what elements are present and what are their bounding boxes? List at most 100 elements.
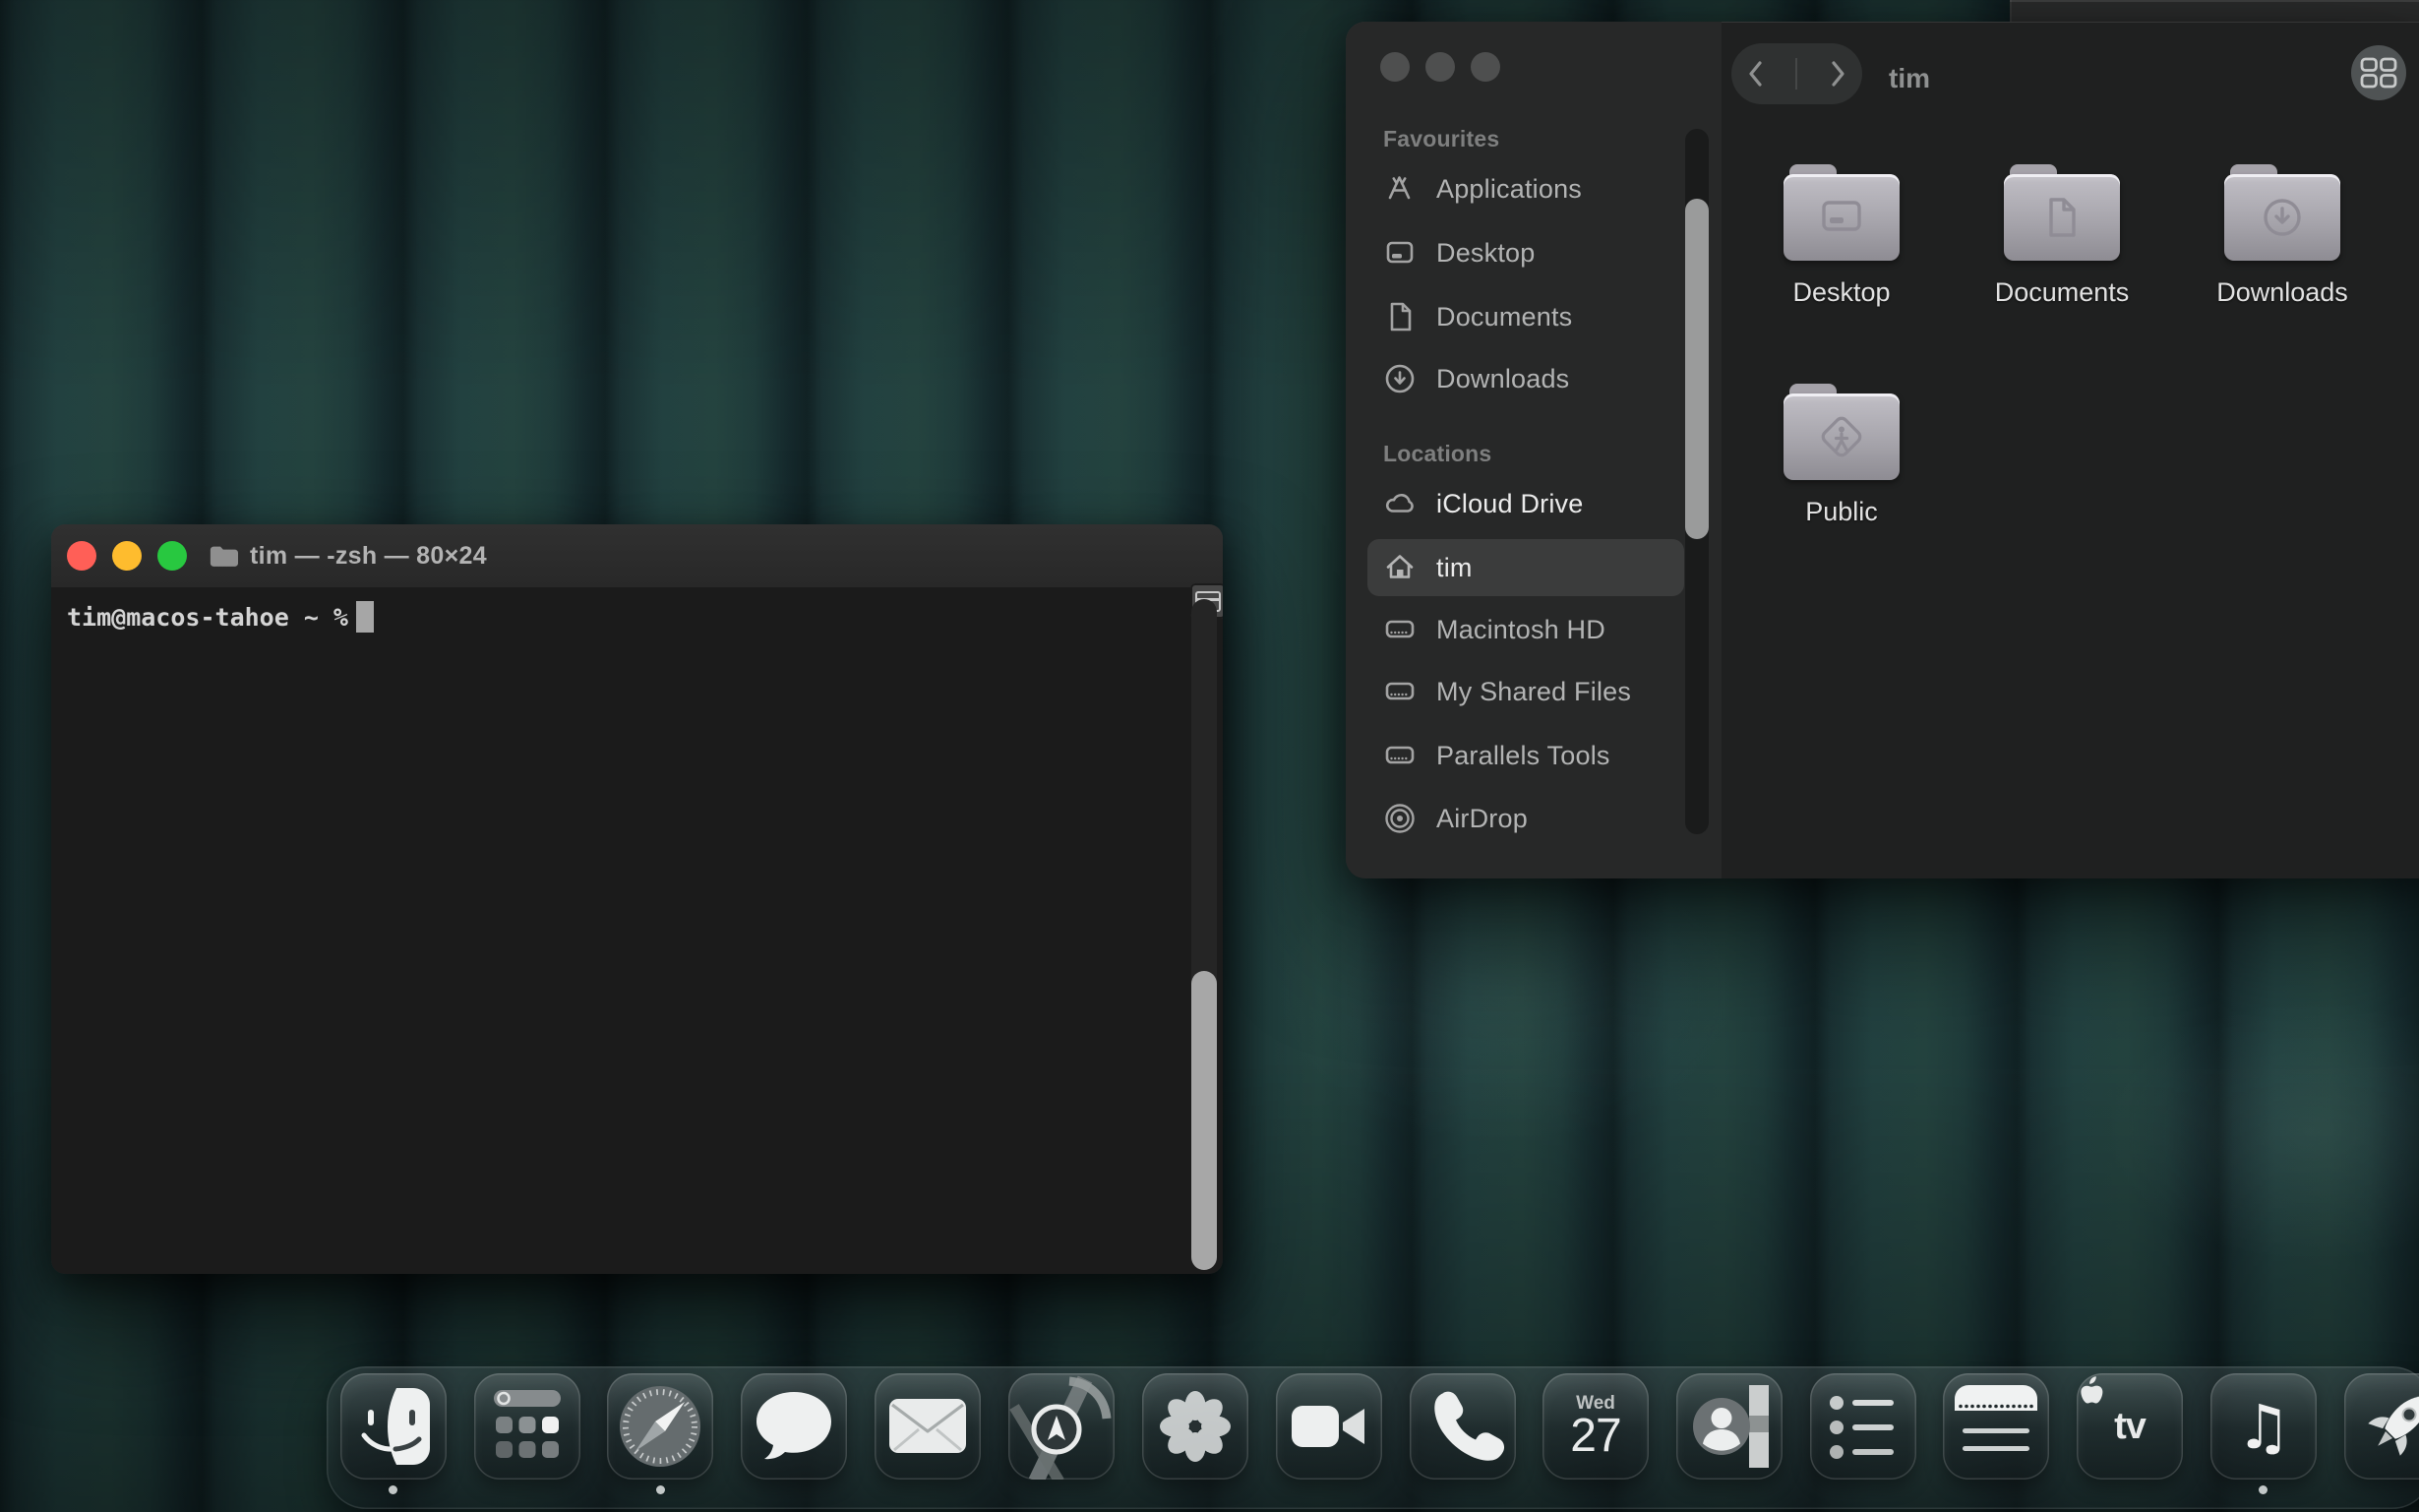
sidebar-item-airdrop[interactable]: AirDrop <box>1367 790 1684 847</box>
chevron-right-icon[interactable] <box>1828 58 1847 90</box>
file-desktop[interactable]: Desktop <box>1758 164 1925 308</box>
dock-item-maps[interactable] <box>1008 1373 1115 1480</box>
sidebar-scrollbar-thumb[interactable] <box>1685 199 1709 539</box>
dock-item-mail[interactable] <box>875 1373 981 1480</box>
sidebar-item-label: Desktop <box>1436 237 1536 268</box>
terminal-prompt-line: tim@macos-tahoe ~ % <box>67 601 374 633</box>
file-downloads[interactable]: Downloads <box>2199 164 2366 308</box>
sidebar-item-icloud-drive[interactable]: iCloud Drive <box>1367 475 1684 532</box>
download-circle-icon <box>1385 364 1415 393</box>
hard-drive-icon <box>1385 682 1415 700</box>
sidebar-item-parallels-tools[interactable]: Parallels Tools <box>1367 727 1684 784</box>
dock-item-calendar[interactable]: Wed 27 <box>1542 1373 1649 1480</box>
folder-downloads-icon <box>2224 164 2340 263</box>
sidebar-item-desktop[interactable]: Desktop <box>1367 224 1684 281</box>
terminal-scrollbar-thumb[interactable] <box>1191 971 1217 1270</box>
folder-public-icon <box>1784 384 1900 482</box>
nav-divider <box>1795 58 1798 90</box>
sidebar-section-favourites: Favourites <box>1383 126 1500 151</box>
terminal-prompt: tim@macos-tahoe ~ % <box>67 602 348 632</box>
calendar-day: 27 <box>1570 1409 1621 1462</box>
folder-icon <box>210 546 238 567</box>
apple-tv-icon: tv <box>2077 1373 2183 1480</box>
folder-documents-icon <box>2004 164 2120 263</box>
notes-icon <box>1955 1385 2037 1451</box>
apple-tv-label: tv <box>2114 1405 2147 1447</box>
terminal-titlebar[interactable]: tim — -zsh — 80×24 <box>51 524 1223 588</box>
terminal-content[interactable]: tim@macos-tahoe ~ % <box>51 583 1223 1274</box>
dock-item-messages[interactable] <box>741 1373 847 1480</box>
sidebar-item-label: AirDrop <box>1436 803 1528 833</box>
desktop: { "background_window": { "description": … <box>0 0 2419 1512</box>
calendar-icon: Wed 27 <box>1542 1373 1649 1480</box>
file-label: Documents <box>1994 277 2130 307</box>
rocket-icon <box>2368 1395 2419 1456</box>
contacts-icon <box>1693 1385 1769 1468</box>
sidebar-item-label: Macintosh HD <box>1436 614 1605 644</box>
terminal-window: tim — -zsh — 80×24 tim@macos-tahoe ~ % <box>51 524 1223 1274</box>
sidebar-item-label: Applications <box>1436 173 1582 204</box>
sidebar-item-label: tim <box>1436 552 1473 582</box>
running-indicator-music <box>2259 1485 2268 1494</box>
dock-item-phone[interactable] <box>1410 1373 1516 1480</box>
chevron-left-icon[interactable] <box>1746 58 1766 90</box>
sidebar-section-locations: Locations <box>1383 441 1492 466</box>
hard-drive-icon <box>1385 620 1415 638</box>
dock-item-apple-tv[interactable]: tv <box>2077 1373 2183 1480</box>
safari-icon <box>620 1386 700 1467</box>
launchpad-icon <box>494 1390 561 1458</box>
apple-logo-icon <box>2081 1376 2103 1404</box>
close-button[interactable] <box>67 541 96 571</box>
reminders-icon <box>1830 1396 1894 1459</box>
app-store-icon <box>1388 176 1411 200</box>
dock-item-rocket[interactable] <box>2344 1373 2419 1480</box>
dock-item-reminders[interactable] <box>1810 1373 1916 1480</box>
nav-back-forward-group <box>1731 43 1862 104</box>
running-indicator-safari <box>656 1485 665 1494</box>
background-window-edge[interactable] <box>2010 0 2419 22</box>
terminal-cursor <box>355 601 374 633</box>
grid-view-icon <box>2360 57 2397 89</box>
minimize-button[interactable] <box>112 541 142 571</box>
file-public[interactable]: Public <box>1758 384 1925 527</box>
sidebar-item-tim[interactable]: tim <box>1367 539 1684 596</box>
close-button[interactable] <box>1380 52 1410 82</box>
music-icon: ♫ <box>2236 1390 2291 1463</box>
dock-item-contacts[interactable] <box>1676 1373 1783 1480</box>
mail-icon <box>889 1399 966 1453</box>
dock-item-launchpad[interactable] <box>474 1373 580 1480</box>
zoom-button[interactable] <box>1471 52 1500 82</box>
dock-item-finder[interactable] <box>340 1373 447 1480</box>
hard-drive-icon <box>1385 746 1415 764</box>
sidebar-item-documents[interactable]: Documents <box>1367 288 1684 345</box>
finder-icon <box>361 1388 430 1465</box>
sidebar-item-downloads[interactable]: Downloads <box>1367 350 1684 407</box>
file-label: Desktop <box>1792 277 1891 307</box>
dock-item-photos[interactable] <box>1142 1373 1248 1480</box>
sidebar-item-label: My Shared Files <box>1436 676 1632 706</box>
folder-desktop-icon <box>1784 164 1900 263</box>
dock-item-safari[interactable] <box>607 1373 713 1480</box>
dock-item-notes[interactable] <box>1943 1373 2049 1480</box>
zoom-button[interactable] <box>157 541 187 571</box>
desktop-icon <box>1386 241 1414 264</box>
dock-item-music[interactable]: ♫ <box>2210 1373 2317 1480</box>
facetime-icon <box>1292 1406 1364 1447</box>
running-indicator-finder <box>389 1485 397 1494</box>
cloud-icon <box>1385 493 1414 513</box>
sidebar-item-my-shared-files[interactable]: My Shared Files <box>1367 663 1684 720</box>
file-label: Downloads <box>2216 277 2348 307</box>
phone-icon <box>1434 1391 1505 1461</box>
grid-view-button[interactable] <box>2351 45 2406 100</box>
messages-icon <box>756 1392 831 1460</box>
photos-icon <box>1160 1391 1231 1462</box>
dock-item-facetime[interactable] <box>1276 1373 1382 1480</box>
maps-icon <box>1009 1375 1112 1480</box>
finder-window-title: tim <box>1889 63 1930 93</box>
file-documents[interactable]: Documents <box>1978 164 2146 308</box>
minimize-button[interactable] <box>1425 52 1455 82</box>
sidebar-item-macintosh-hd[interactable]: Macintosh HD <box>1367 601 1684 658</box>
sidebar-item-applications[interactable]: Applications <box>1367 160 1684 217</box>
document-icon <box>1390 302 1412 332</box>
sidebar-item-label: Downloads <box>1436 363 1570 393</box>
